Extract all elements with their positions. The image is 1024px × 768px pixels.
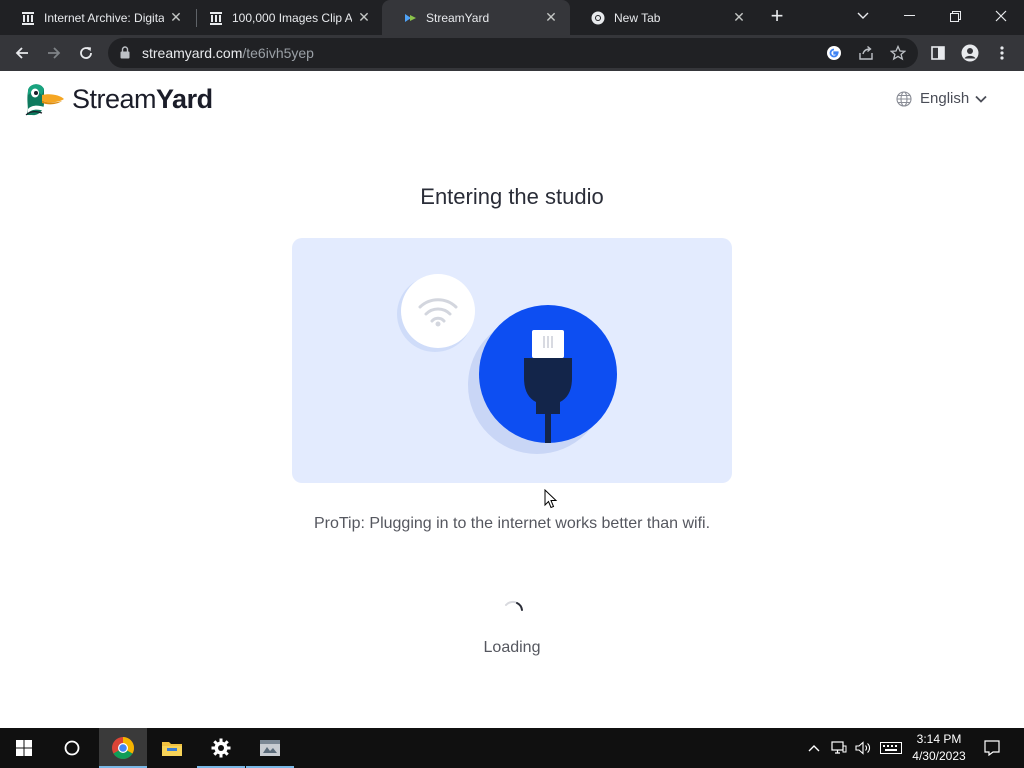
bookmark-star-icon[interactable]: [888, 43, 908, 63]
folder-icon: [162, 742, 182, 756]
loading-label: Loading: [483, 639, 541, 656]
url-host: streamyard.com: [142, 45, 243, 61]
keyboard-icon[interactable]: [878, 728, 904, 768]
streamyard-icon: [402, 10, 418, 26]
logo-text-bold: Yard: [156, 83, 213, 114]
app-window-icon: [260, 740, 280, 756]
archive-icon: [20, 10, 36, 26]
chrome-icon: [112, 737, 134, 759]
tab-title: New Tab: [614, 10, 661, 25]
tab-new-tab[interactable]: New Tab ✕: [570, 0, 758, 35]
search-button[interactable]: [48, 728, 96, 768]
lock-icon[interactable]: [120, 46, 130, 64]
back-button[interactable]: [10, 41, 34, 65]
start-button[interactable]: [0, 728, 48, 768]
chevron-down-icon: [975, 95, 987, 103]
tab-title: StreamYard: [426, 10, 490, 25]
archive-icon: [208, 10, 224, 26]
logo-text-regular: Stream: [72, 83, 157, 114]
mouse-cursor-icon: [544, 489, 558, 509]
tab-internet-archive[interactable]: Internet Archive: Digital ✕: [0, 0, 195, 35]
notifications-icon[interactable]: [980, 728, 1004, 768]
gear-icon: [211, 738, 231, 758]
browser-toolbar: streamyard.com/te6ivh5yep: [0, 35, 1024, 71]
network-icon[interactable]: [828, 728, 850, 768]
browser-tab-strip: Internet Archive: Digital ✕ 100,000 Imag…: [0, 0, 1024, 35]
volume-icon[interactable]: [852, 728, 874, 768]
windows-icon: [16, 740, 32, 756]
wifi-icon: [401, 274, 475, 348]
chevron-up-icon: [808, 745, 820, 752]
clock-time: 3:14 PM: [916, 732, 962, 746]
reload-button[interactable]: [74, 41, 98, 65]
taskbar-clock[interactable]: 3:14 PM 4/30/2023: [906, 731, 972, 765]
close-icon[interactable]: ✕: [357, 10, 371, 24]
share-icon[interactable]: [856, 43, 876, 63]
duck-icon: [25, 84, 64, 116]
streamyard-logo[interactable]: StreamYard: [22, 81, 213, 117]
ethernet-illustration: [292, 238, 732, 483]
tab-title: 100,000 Images Clip Art: [232, 10, 352, 25]
language-selector[interactable]: English: [896, 90, 987, 107]
google-icon[interactable]: [824, 43, 844, 63]
close-icon[interactable]: ✕: [732, 10, 746, 24]
url-text: streamyard.com/te6ivh5yep: [142, 45, 314, 61]
loading-spinner: [505, 600, 523, 611]
taskbar-chrome[interactable]: [99, 728, 147, 768]
taskbar-app[interactable]: [246, 728, 294, 768]
tab-title: Internet Archive: Digital: [44, 10, 164, 25]
new-tab-button[interactable]: +: [766, 5, 788, 28]
plug-cable: [545, 413, 551, 443]
taskbar-settings[interactable]: [197, 728, 245, 768]
taskbar-file-explorer[interactable]: [148, 728, 196, 768]
tab-clip-art[interactable]: 100,000 Images Clip Art ✕: [188, 0, 383, 35]
close-icon[interactable]: ✕: [169, 10, 183, 24]
side-panel-icon[interactable]: [926, 41, 950, 65]
menu-icon[interactable]: [990, 41, 1014, 65]
page-title: Entering the studio: [420, 184, 604, 209]
logo-text: StreamYard: [72, 84, 213, 115]
forward-button[interactable]: [42, 41, 66, 65]
globe-icon: [896, 90, 912, 107]
page-content: StreamYard English Entering the studio P…: [0, 71, 1024, 728]
language-label: English: [920, 90, 970, 107]
tab-streamyard[interactable]: StreamYard ✕: [382, 0, 570, 35]
address-bar[interactable]: streamyard.com/te6ivh5yep: [108, 38, 918, 68]
close-icon[interactable]: ✕: [544, 10, 558, 24]
restore-button[interactable]: [932, 0, 978, 32]
show-hidden-icons[interactable]: [804, 728, 824, 768]
profile-icon[interactable]: [958, 41, 982, 65]
clock-date: 4/30/2023: [912, 749, 966, 763]
chrome-icon: [590, 10, 606, 26]
cortana-icon: [64, 740, 80, 756]
tab-search-icon[interactable]: [840, 0, 886, 32]
minimize-button[interactable]: [886, 0, 932, 32]
windows-taskbar: 3:14 PM 4/30/2023: [0, 728, 1024, 768]
url-path: /te6ivh5yep: [242, 45, 314, 61]
protip-text: ProTip: Plugging in to the internet work…: [313, 515, 711, 532]
close-window-button[interactable]: [978, 0, 1024, 32]
